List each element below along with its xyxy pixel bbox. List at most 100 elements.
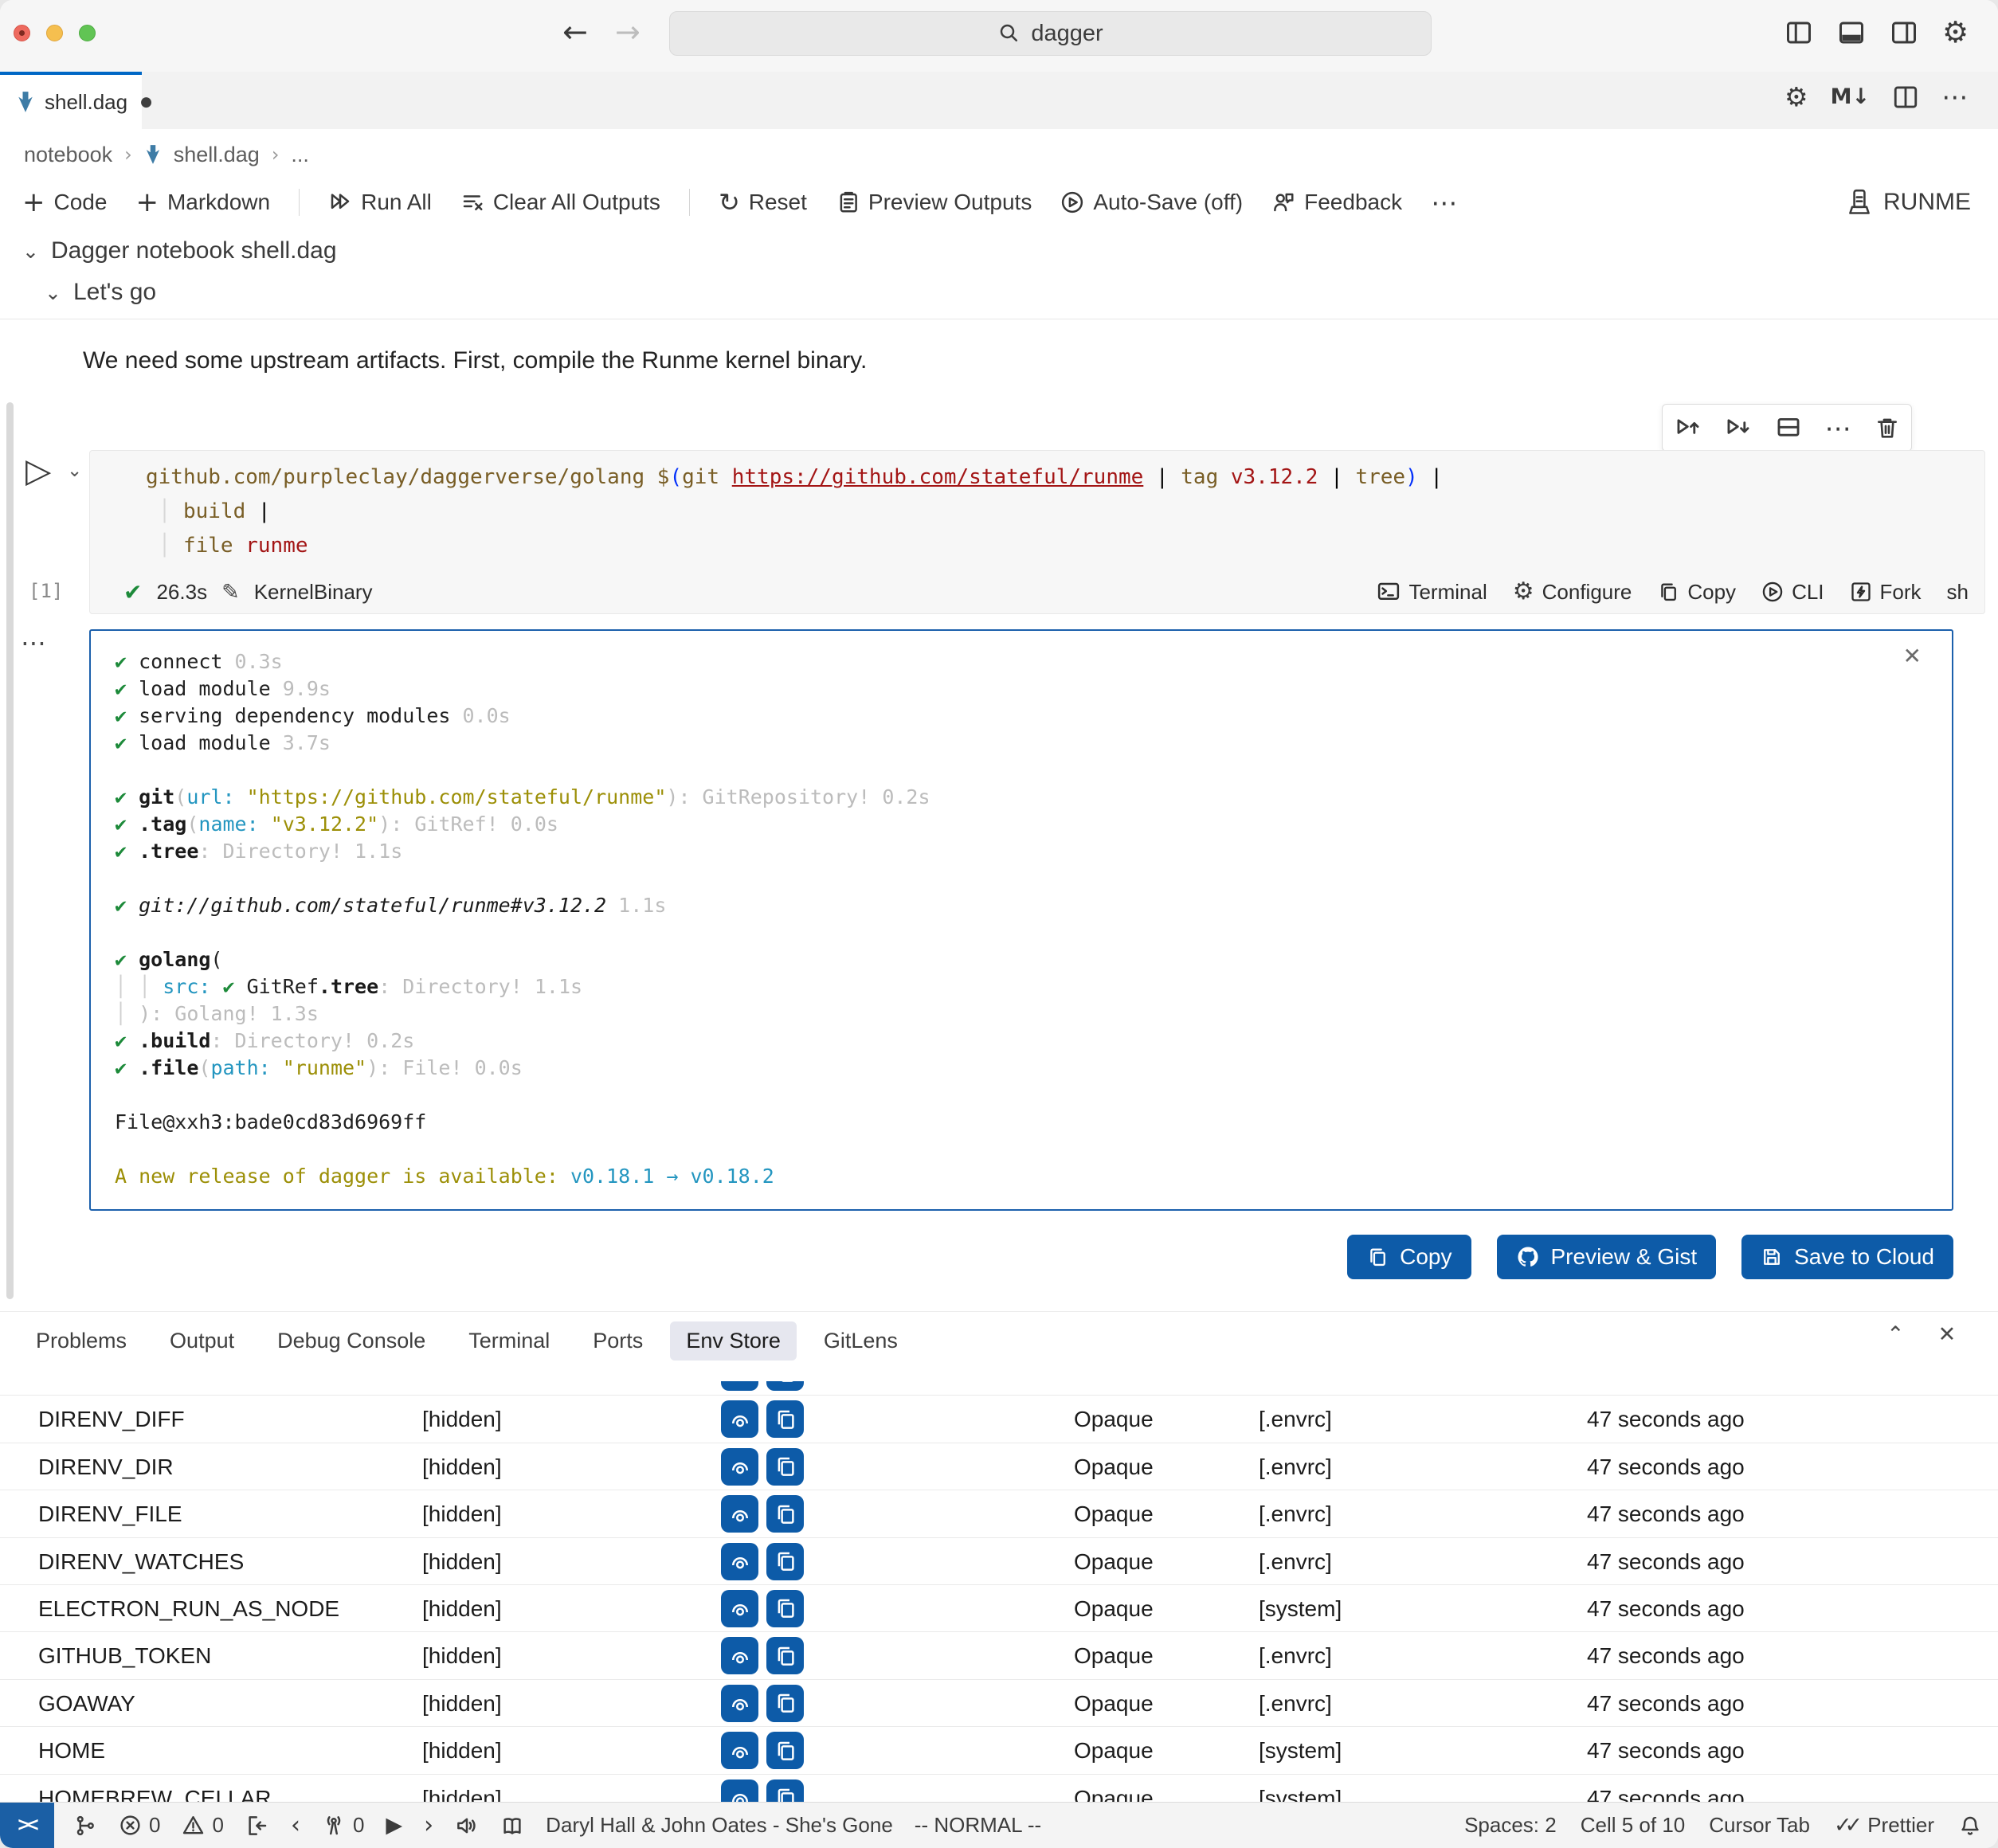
reveal-secret-button[interactable] xyxy=(721,1448,758,1486)
more-actions-icon[interactable]: ⋯ xyxy=(1941,81,1968,112)
env-row: DIRENV_DIFF[hidden]Opaque[.envrc]47 seco… xyxy=(0,1396,1998,1443)
previous-track-icon[interactable]: ‹ xyxy=(291,1811,300,1839)
indentation-indicator[interactable]: Spaces: 2 xyxy=(1464,1813,1557,1838)
maximize-panel-icon[interactable]: ⌃ xyxy=(1886,1322,1905,1347)
export-markdown-icon[interactable]: M↓ xyxy=(1831,84,1871,109)
code-cell[interactable]: github.com/purpleclay/daggerverse/golang… xyxy=(89,450,1985,614)
settings-gear-icon[interactable]: ⚙ xyxy=(1942,18,1969,47)
clear-all-outputs-button[interactable]: Clear All Outputs xyxy=(460,190,660,215)
run-below-icon[interactable] xyxy=(1725,414,1752,441)
warnings-indicator[interactable]: 0 xyxy=(182,1813,223,1838)
copy-value-button[interactable] xyxy=(766,1448,804,1486)
auto-save-toggle[interactable]: Auto-Save (off) xyxy=(1060,190,1243,215)
notifications-bell-icon[interactable] xyxy=(1958,1814,1982,1838)
panel-tab-env-store[interactable]: Env Store xyxy=(670,1321,797,1361)
reveal-secret-button[interactable] xyxy=(721,1400,758,1438)
cell-position-indicator[interactable]: Cell 5 of 10 xyxy=(1581,1813,1686,1838)
copy-action[interactable]: Copy xyxy=(1657,580,1736,605)
cursor-tab-indicator[interactable]: Cursor Tab xyxy=(1709,1813,1810,1838)
remote-indicator[interactable]: >< xyxy=(0,1803,54,1848)
add-markdown-cell-button[interactable]: + Markdown xyxy=(135,189,270,216)
fork-action[interactable]: Fork xyxy=(1850,580,1922,605)
toolbar-more-icon[interactable]: ⋯ xyxy=(1431,187,1457,218)
git-pipeline-icon[interactable] xyxy=(73,1814,97,1838)
copy-value-button[interactable] xyxy=(766,1685,804,1722)
panel-tab-problems[interactable]: Problems xyxy=(36,1329,127,1353)
run-above-icon[interactable] xyxy=(1675,414,1702,441)
pencil-icon[interactable]: ✎ xyxy=(221,580,240,605)
reveal-secret-button[interactable] xyxy=(721,1495,758,1533)
panel-tab-ports[interactable]: Ports xyxy=(593,1329,643,1353)
reveal-secret-button[interactable] xyxy=(721,1732,758,1769)
toggle-panel-icon[interactable] xyxy=(1837,18,1866,47)
cell-more-actions-icon[interactable]: ⋯ xyxy=(1825,413,1851,444)
now-playing[interactable]: Daryl Hall & John Oates - She's Gone xyxy=(546,1813,893,1838)
run-cell-button[interactable]: ▷ xyxy=(25,451,51,490)
panel-tab-gitlens[interactable]: GitLens xyxy=(824,1329,898,1353)
panel-tab-terminal[interactable]: Terminal xyxy=(468,1329,550,1353)
reveal-secret-button[interactable] xyxy=(721,1637,758,1674)
toggle-sidebar-icon[interactable] xyxy=(1784,18,1813,47)
breadcrumb-file[interactable]: shell.dag xyxy=(174,143,260,167)
run-all-button[interactable]: Run All xyxy=(328,190,432,215)
panel-tab-output[interactable]: Output xyxy=(170,1329,234,1353)
sign-out-icon[interactable] xyxy=(245,1814,269,1838)
toggle-secondary-sidebar-icon[interactable] xyxy=(1890,18,1918,47)
close-output-icon[interactable]: ✕ xyxy=(1898,642,1926,670)
run-options-chevron-icon[interactable]: ⌄ xyxy=(67,460,82,481)
reveal-secret-button[interactable] xyxy=(721,1381,758,1391)
window-minimize-button[interactable] xyxy=(46,25,63,41)
cell-name[interactable]: KernelBinary xyxy=(254,580,373,605)
play-track-icon[interactable]: ▶ xyxy=(386,1813,402,1838)
add-code-cell-button[interactable]: + Code xyxy=(22,189,107,216)
terminal-action[interactable]: Terminal xyxy=(1377,580,1487,605)
split-cell-icon[interactable] xyxy=(1775,414,1802,441)
lyrics-book-icon[interactable] xyxy=(500,1814,524,1838)
window-zoom-button[interactable] xyxy=(79,25,96,41)
prettier-indicator[interactable]: ✓✓ Prettier xyxy=(1834,1813,1934,1838)
output-menu-icon[interactable]: ⋯ xyxy=(21,628,47,658)
copy-value-button[interactable] xyxy=(766,1400,804,1438)
reveal-secret-button[interactable] xyxy=(721,1779,758,1802)
history-back-button[interactable]: ← xyxy=(562,14,588,49)
volume-icon[interactable] xyxy=(455,1814,479,1838)
command-center-search[interactable]: dagger xyxy=(669,11,1432,56)
copy-value-button[interactable] xyxy=(766,1590,804,1627)
section-header-notebook[interactable]: ⌄ Dagger notebook shell.dag xyxy=(22,237,337,264)
reveal-secret-button[interactable] xyxy=(721,1543,758,1580)
preview-outputs-button[interactable]: Preview Outputs xyxy=(836,190,1032,215)
runme-kernel-button[interactable]: RUNME xyxy=(1845,177,1971,228)
code-editor[interactable]: github.com/purpleclay/daggerverse/golang… xyxy=(146,460,1443,563)
copy-value-button[interactable] xyxy=(766,1779,804,1802)
reveal-secret-button[interactable] xyxy=(721,1685,758,1722)
window-close-button[interactable] xyxy=(14,25,30,41)
split-editor-icon[interactable] xyxy=(1892,84,1919,111)
tab-shell-dag[interactable]: shell.dag ● xyxy=(0,72,142,129)
cell-language[interactable]: sh xyxy=(1947,580,1969,605)
section-header-lets-go[interactable]: ⌄ Let's go xyxy=(45,279,156,306)
panel-tab-debug-console[interactable]: Debug Console xyxy=(277,1329,425,1353)
reset-button[interactable]: ↻ Reset xyxy=(719,187,807,217)
copy-value-button[interactable] xyxy=(766,1543,804,1580)
cli-action[interactable]: CLI xyxy=(1761,580,1824,605)
errors-indicator[interactable]: 0 xyxy=(119,1813,160,1838)
copy-output-button[interactable]: Copy xyxy=(1347,1235,1471,1279)
delete-cell-icon[interactable] xyxy=(1875,415,1900,440)
reveal-secret-button[interactable] xyxy=(721,1590,758,1627)
ports-indicator[interactable]: 0 xyxy=(322,1813,364,1838)
feedback-button[interactable]: Feedback xyxy=(1271,190,1402,215)
copy-value-button[interactable] xyxy=(766,1381,804,1391)
breadcrumb-notebook[interactable]: notebook xyxy=(24,143,112,167)
configure-action[interactable]: ⚙ Configure xyxy=(1513,580,1632,605)
notebook-settings-gear-icon[interactable]: ⚙ xyxy=(1784,84,1808,110)
preview-gist-button[interactable]: Preview & Gist xyxy=(1497,1235,1717,1279)
editor-actions: ⚙ M↓ ⋯ xyxy=(1784,81,1968,112)
copy-value-button[interactable] xyxy=(766,1637,804,1674)
copy-value-button[interactable] xyxy=(766,1495,804,1533)
copy-value-button[interactable] xyxy=(766,1732,804,1769)
next-track-icon[interactable]: › xyxy=(424,1811,433,1839)
breadcrumb-symbol[interactable]: ... xyxy=(291,143,309,167)
close-panel-icon[interactable]: ✕ xyxy=(1938,1322,1957,1347)
save-to-cloud-button[interactable]: Save to Cloud xyxy=(1741,1235,1953,1279)
save-icon xyxy=(1761,1246,1783,1268)
